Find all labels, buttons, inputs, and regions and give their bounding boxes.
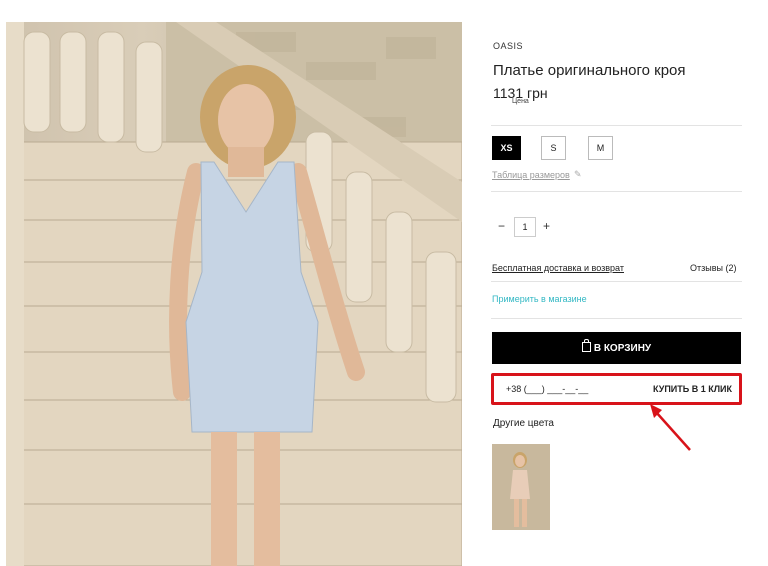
size-option-xs[interactable]: XS [492, 136, 521, 160]
pencil-icon: ✎ [574, 169, 582, 179]
quantity-increase-button[interactable]: + [543, 219, 550, 233]
divider [491, 125, 742, 126]
price-label: Цена [512, 98, 529, 105]
brand-name: OASIS [493, 41, 524, 51]
divider [491, 281, 742, 282]
annotation-arrow-icon [650, 404, 691, 451]
add-to-cart-label: В КОРЗИНУ [593, 342, 652, 354]
product-photo-illustration [6, 22, 462, 566]
product-photo[interactable] [6, 22, 462, 566]
add-to-cart-button[interactable]: В КОРЗИНУ [492, 332, 741, 364]
color-variant-image [492, 444, 550, 530]
other-colors-label: Другие цвета [493, 418, 554, 429]
size-table-link[interactable]: Таблица размеров [492, 170, 570, 180]
buy-one-click-button[interactable]: КУПИТЬ В 1 КЛИК [653, 384, 732, 394]
size-option-m[interactable]: M [588, 136, 613, 160]
product-title: Платье оригинального кроя [493, 62, 686, 79]
size-option-s[interactable]: S [541, 136, 566, 160]
phone-input[interactable]: +38 (___) ___-__-__ [506, 384, 588, 394]
free-delivery-link[interactable]: Бесплатная доставка и возврат [492, 263, 624, 273]
divider [491, 191, 742, 192]
quantity-input[interactable]: 1 [514, 217, 536, 237]
shopping-bag-icon [581, 339, 591, 352]
try-in-store-link[interactable]: Примерить в магазине [492, 294, 587, 304]
divider [491, 318, 742, 319]
reviews-link[interactable]: Отзывы (2) [690, 263, 736, 273]
color-variant-thumbnail[interactable] [492, 444, 550, 530]
quantity-decrease-button[interactable]: − [498, 219, 505, 233]
